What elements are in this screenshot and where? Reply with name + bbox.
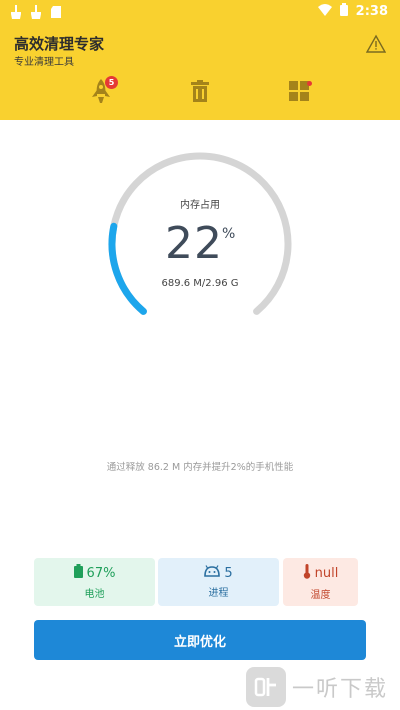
grid-icon: [289, 81, 309, 105]
process-label: 进程: [208, 588, 229, 599]
optimize-tip: 通过释放 86.2 M 内存并提升2%的手机性能: [106, 462, 294, 473]
warning-icon[interactable]: [365, 34, 387, 54]
battery-icon: [339, 3, 348, 20]
battery-card[interactable]: 67% 电池: [34, 558, 155, 606]
tab-boost[interactable]: 5: [86, 76, 118, 108]
watermark: 一听下载: [246, 664, 400, 710]
battery-icon: [73, 564, 83, 582]
battery-value: 67%: [86, 565, 116, 581]
gauge-label: 内存占用: [180, 200, 220, 211]
broom-icon: [10, 4, 22, 23]
gauge-unit: %: [222, 226, 236, 242]
boost-badge: 5: [105, 76, 118, 89]
temperature-card[interactable]: null 温度: [283, 558, 358, 606]
android-icon: [204, 565, 221, 581]
watermark-logo-icon: [246, 667, 286, 707]
tab-tools[interactable]: [284, 78, 314, 108]
broom-icon: [30, 4, 42, 23]
gauge-detail: 689.6 M/2.96 G: [161, 278, 239, 289]
optimize-button[interactable]: 立即优化: [34, 620, 366, 660]
tab-clean[interactable]: [185, 78, 215, 108]
app-subtitle: 专业清理工具: [14, 57, 74, 68]
gauge-value: 22: [165, 218, 223, 269]
status-bar: 2:38: [0, 0, 400, 24]
tools-dot-badge: [307, 81, 312, 86]
gauge-progress: [108, 222, 147, 315]
trash-icon: [190, 80, 210, 106]
temperature-value: null: [314, 565, 339, 581]
thermometer-icon: [303, 563, 311, 583]
process-card[interactable]: 5 进程: [158, 558, 279, 606]
temperature-label: 温度: [310, 589, 331, 601]
clock-time: 2:38: [355, 4, 388, 19]
watermark-text: 一听下载: [292, 677, 389, 702]
app-title: 高效清理专家: [14, 35, 105, 53]
app-header: 高效清理专家 专业清理工具 5: [0, 24, 400, 120]
wifi-icon: [317, 3, 332, 20]
sd-card-icon: [50, 4, 62, 23]
tab-bar: 5: [0, 76, 400, 116]
process-value: 5: [224, 565, 233, 581]
battery-label: 电池: [84, 589, 105, 600]
